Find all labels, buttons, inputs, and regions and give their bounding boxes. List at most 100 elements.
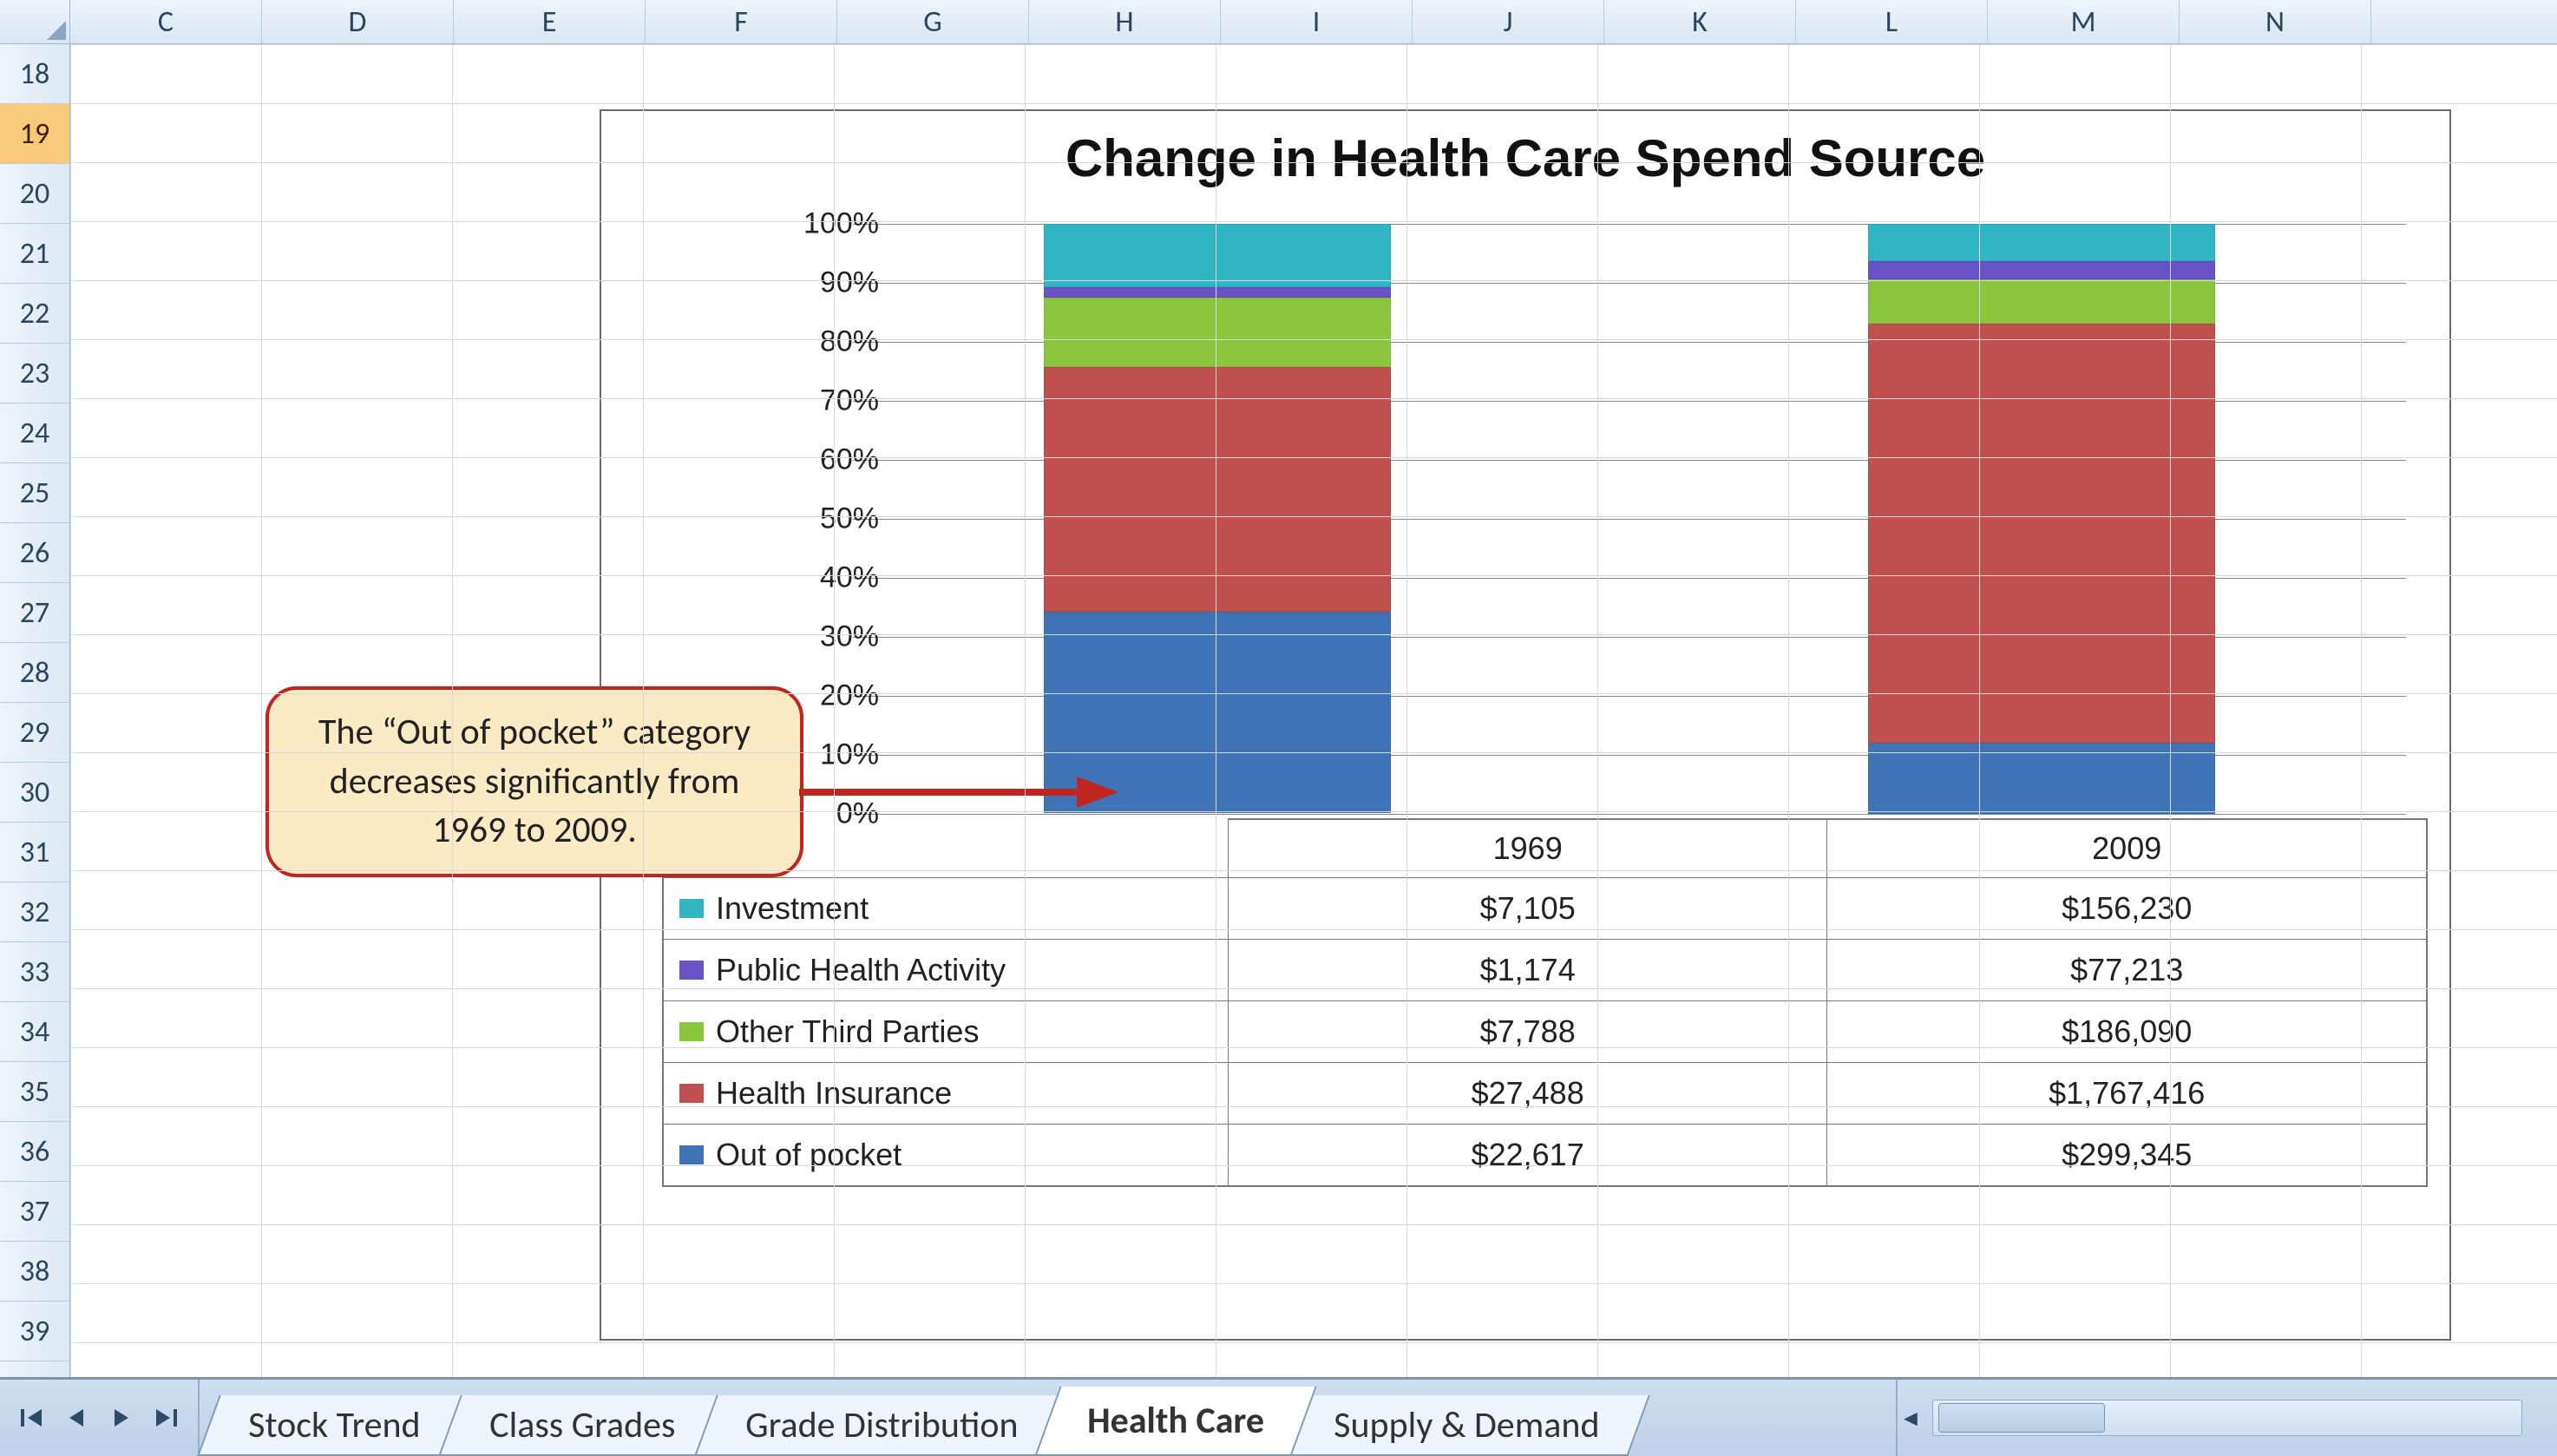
legend-entry-other-third-parties: Other Third Parties [664, 1001, 1228, 1062]
row-header-24[interactable]: 24 [0, 403, 69, 463]
data-table-value: $7,788 [1228, 1001, 1827, 1062]
row-header-32[interactable]: 32 [0, 882, 69, 942]
sheet-tab-supply-&-demand[interactable]: Supply & Demand [1282, 1395, 1650, 1456]
scroll-left-icon[interactable]: ◄ [1898, 1400, 1924, 1435]
select-all-triangle-icon [47, 21, 66, 40]
sheet-tab-label: Supply & Demand [1334, 1403, 1599, 1447]
annotation-callout[interactable]: The “Out of pocket” category decreases s… [266, 686, 803, 877]
annotation-text: The “Out of pocket” category decreases s… [297, 708, 772, 856]
bar-segment-public-health-activity [1868, 261, 2215, 279]
tab-nav-prev[interactable] [54, 1394, 99, 1442]
row-header-22[interactable]: 22 [0, 284, 69, 344]
row-header-27[interactable]: 27 [0, 583, 69, 643]
row-header-25[interactable]: 25 [0, 463, 69, 523]
column-header-G[interactable]: G [837, 0, 1029, 43]
tab-nav-first[interactable] [9, 1394, 54, 1442]
bar-segment-out-of-pocket [1868, 743, 2215, 814]
column-header-F[interactable]: F [646, 0, 837, 43]
row-header-39[interactable]: 39 [0, 1302, 69, 1361]
legend-entry-health-insurance: Health Insurance [664, 1063, 1228, 1124]
row-header-38[interactable]: 38 [0, 1242, 69, 1302]
legend-swatch-icon [679, 961, 704, 980]
legend-swatch-icon [679, 899, 704, 918]
embedded-chart[interactable]: Change in Health Care Spend Source 19692… [600, 109, 2451, 1341]
bar-segment-public-health-activity [1044, 287, 1391, 298]
legend-label: Investment [716, 890, 869, 927]
row-header-36[interactable]: 36 [0, 1122, 69, 1182]
stacked-bar-2009 [1868, 224, 2215, 814]
row-header-37[interactable]: 37 [0, 1182, 69, 1242]
data-table-value: $186,090 [1826, 1001, 2426, 1062]
sheet-tab-stock-trend[interactable]: Stock Trend [197, 1395, 471, 1456]
tab-nav-last[interactable] [144, 1394, 189, 1442]
chart-title: Change in Health Care Spend Source [601, 128, 2449, 188]
row-header-26[interactable]: 26 [0, 523, 69, 583]
worksheet-cells-area[interactable]: Change in Health Care Spend Source 19692… [70, 44, 2557, 1381]
column-header-C[interactable]: C [70, 0, 262, 43]
row-header-31[interactable]: 31 [0, 823, 69, 882]
bar-segment-other-third-parties [1044, 298, 1391, 367]
data-table-value: $22,617 [1228, 1125, 1827, 1185]
sheet-tab-grade-distribution[interactable]: Grade Distribution [694, 1395, 1069, 1456]
legend-label: Out of pocket [716, 1137, 902, 1173]
column-header-M[interactable]: M [1988, 0, 2180, 43]
row-header-30[interactable]: 30 [0, 763, 69, 823]
y-tick-label: 30% [766, 620, 879, 654]
chart-plot-area [853, 224, 2406, 814]
horizontal-scrollbar[interactable]: ◄ ► [1896, 1380, 2557, 1456]
y-tick-label: 50% [766, 502, 879, 536]
column-header-N[interactable]: N [2180, 0, 2371, 43]
y-tick-label: 70% [766, 384, 879, 418]
scrollbar-thumb[interactable] [1938, 1403, 2105, 1433]
bar-segment-health-insurance [1868, 324, 2215, 743]
data-table-value: $1,174 [1228, 940, 1827, 1000]
row-header-34[interactable]: 34 [0, 1002, 69, 1062]
column-header-K[interactable]: K [1604, 0, 1796, 43]
bar-segment-investment [1044, 224, 1391, 287]
tab-nav-buttons [0, 1380, 200, 1456]
row-header-21[interactable]: 21 [0, 224, 69, 284]
row-header-28[interactable]: 28 [0, 643, 69, 703]
column-header-I[interactable]: I [1221, 0, 1413, 43]
select-all-corner[interactable] [0, 0, 70, 43]
row-header-19[interactable]: 19 [0, 104, 69, 164]
data-table-category-2009: 2009 [1826, 818, 2426, 877]
column-header-J[interactable]: J [1413, 0, 1604, 43]
y-tick-label: 60% [766, 443, 879, 477]
sheet-tab-strip: Stock Trend Class Grades Grade Distributio… [0, 1377, 2557, 1456]
column-header-D[interactable]: D [262, 0, 454, 43]
data-table-value: $27,488 [1228, 1063, 1827, 1124]
annotation-arrow [799, 775, 1120, 810]
column-header-H[interactable]: H [1029, 0, 1221, 43]
sheet-tab-health-care[interactable]: Health Care [1035, 1387, 1317, 1456]
sheet-tab-label: Class Grades [490, 1403, 676, 1447]
y-tick-label: 40% [766, 561, 879, 595]
row-header-29[interactable]: 29 [0, 703, 69, 763]
row-header-column: 1819202122232425262728293031323334353637… [0, 44, 70, 1381]
row-header-23[interactable]: 23 [0, 344, 69, 403]
row-header-35[interactable]: 35 [0, 1062, 69, 1122]
data-table-value: $299,345 [1826, 1125, 2426, 1185]
y-tick-label: 90% [766, 266, 879, 300]
legend-label: Public Health Activity [716, 952, 1006, 988]
legend-entry-out-of-pocket: Out of pocket [664, 1125, 1228, 1185]
bar-segment-investment [1868, 224, 2215, 261]
y-tick-label: 100% [766, 207, 879, 241]
column-header-E[interactable]: E [454, 0, 646, 43]
sheet-tab-label: Health Care [1087, 1399, 1264, 1443]
legend-swatch-icon [679, 1084, 704, 1103]
sheet-tab-label: Grade Distribution [745, 1403, 1018, 1447]
row-header-33[interactable]: 33 [0, 942, 69, 1002]
bar-segment-other-third-parties [1868, 279, 2215, 324]
row-header-20[interactable]: 20 [0, 164, 69, 224]
legend-swatch-icon [679, 1022, 704, 1041]
sheet-tab-class-grades[interactable]: Class Grades [439, 1395, 727, 1456]
stacked-bar-1969 [1044, 224, 1391, 814]
scrollbar-track[interactable] [1932, 1400, 2522, 1436]
legend-label: Other Third Parties [716, 1013, 979, 1050]
chart-data-table: 19692009Investment$7,105$156,230Public H… [662, 818, 2428, 1187]
tab-nav-next[interactable] [99, 1394, 144, 1442]
row-header-18[interactable]: 18 [0, 44, 69, 104]
data-table-value: $77,213 [1826, 940, 2426, 1000]
column-header-L[interactable]: L [1796, 0, 1988, 43]
